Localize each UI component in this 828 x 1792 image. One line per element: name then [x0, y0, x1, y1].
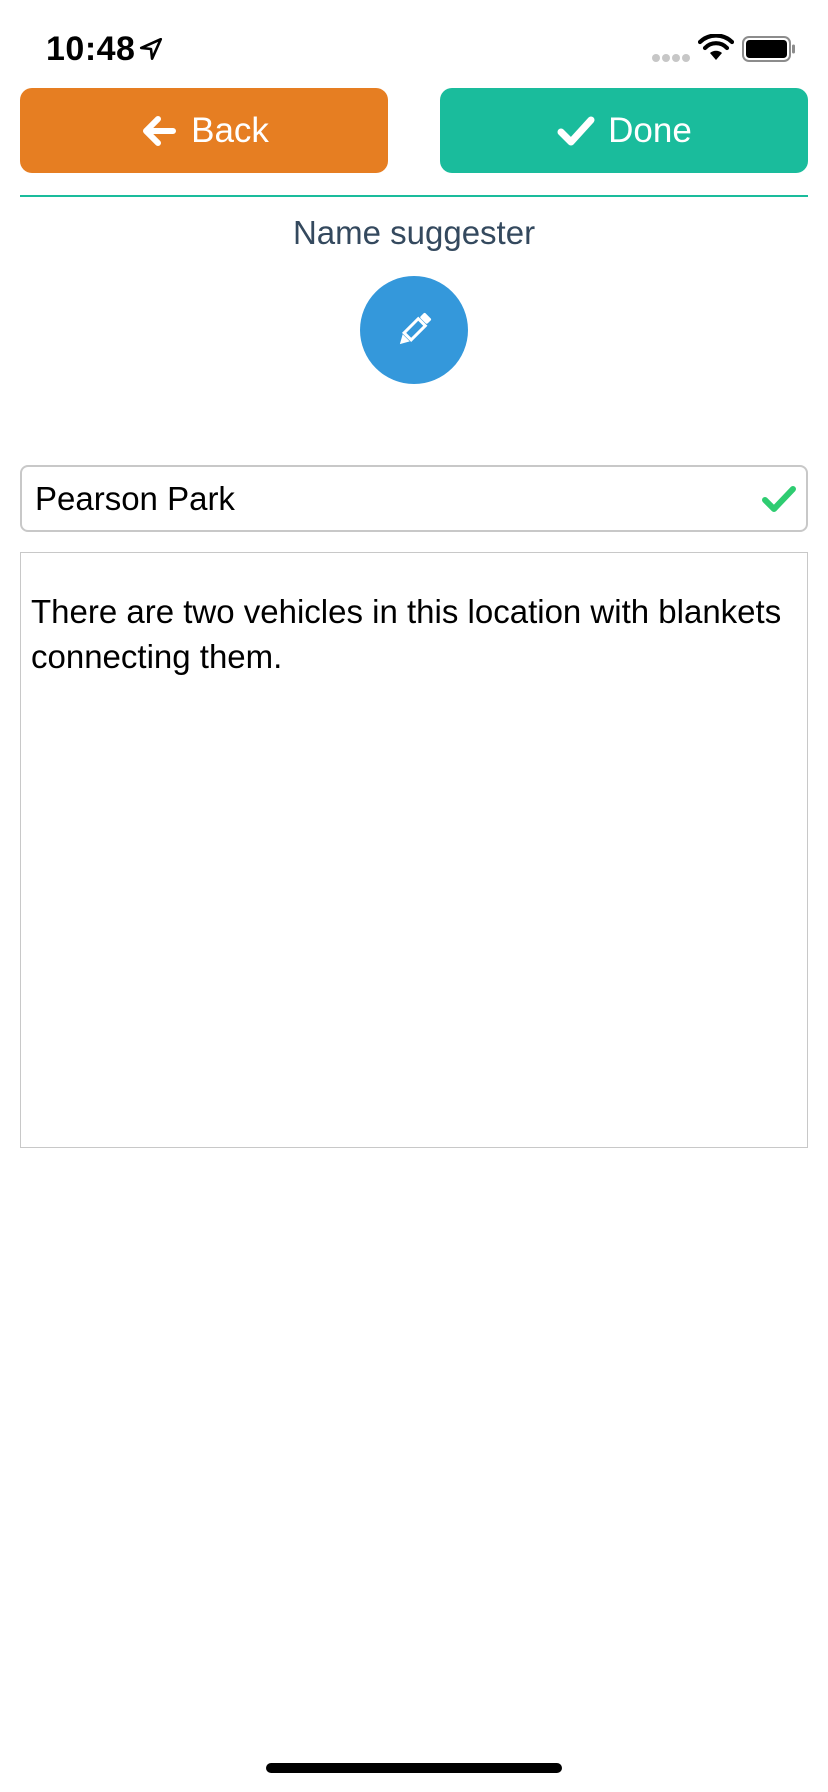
- screen: 10:48 Back Done Name suggester Pearson P…: [0, 0, 828, 1792]
- arrow-left-icon: [143, 115, 177, 146]
- header-divider: [20, 195, 808, 197]
- description-textarea[interactable]: There are two vehicles in this location …: [20, 552, 808, 1148]
- name-input[interactable]: [22, 467, 742, 530]
- wifi-icon: [698, 34, 734, 60]
- back-button-label: Back: [191, 110, 269, 150]
- done-button[interactable]: Done: [440, 88, 808, 173]
- done-button-label: Done: [608, 110, 692, 150]
- check-icon: [762, 486, 796, 512]
- pencil-icon: [399, 312, 432, 345]
- cellular-signal-icon: [652, 54, 690, 62]
- battery-icon: [742, 36, 795, 62]
- home-indicator[interactable]: [266, 1763, 562, 1773]
- check-icon: [557, 116, 595, 145]
- edit-button[interactable]: [360, 276, 468, 384]
- status-time: 10:48: [46, 30, 136, 68]
- back-button[interactable]: Back: [20, 88, 388, 173]
- name-field[interactable]: [20, 465, 808, 532]
- location-arrow-icon: [139, 37, 163, 61]
- status-bar: 10:48: [0, 0, 828, 100]
- page-title: Name suggester: [292, 214, 536, 251]
